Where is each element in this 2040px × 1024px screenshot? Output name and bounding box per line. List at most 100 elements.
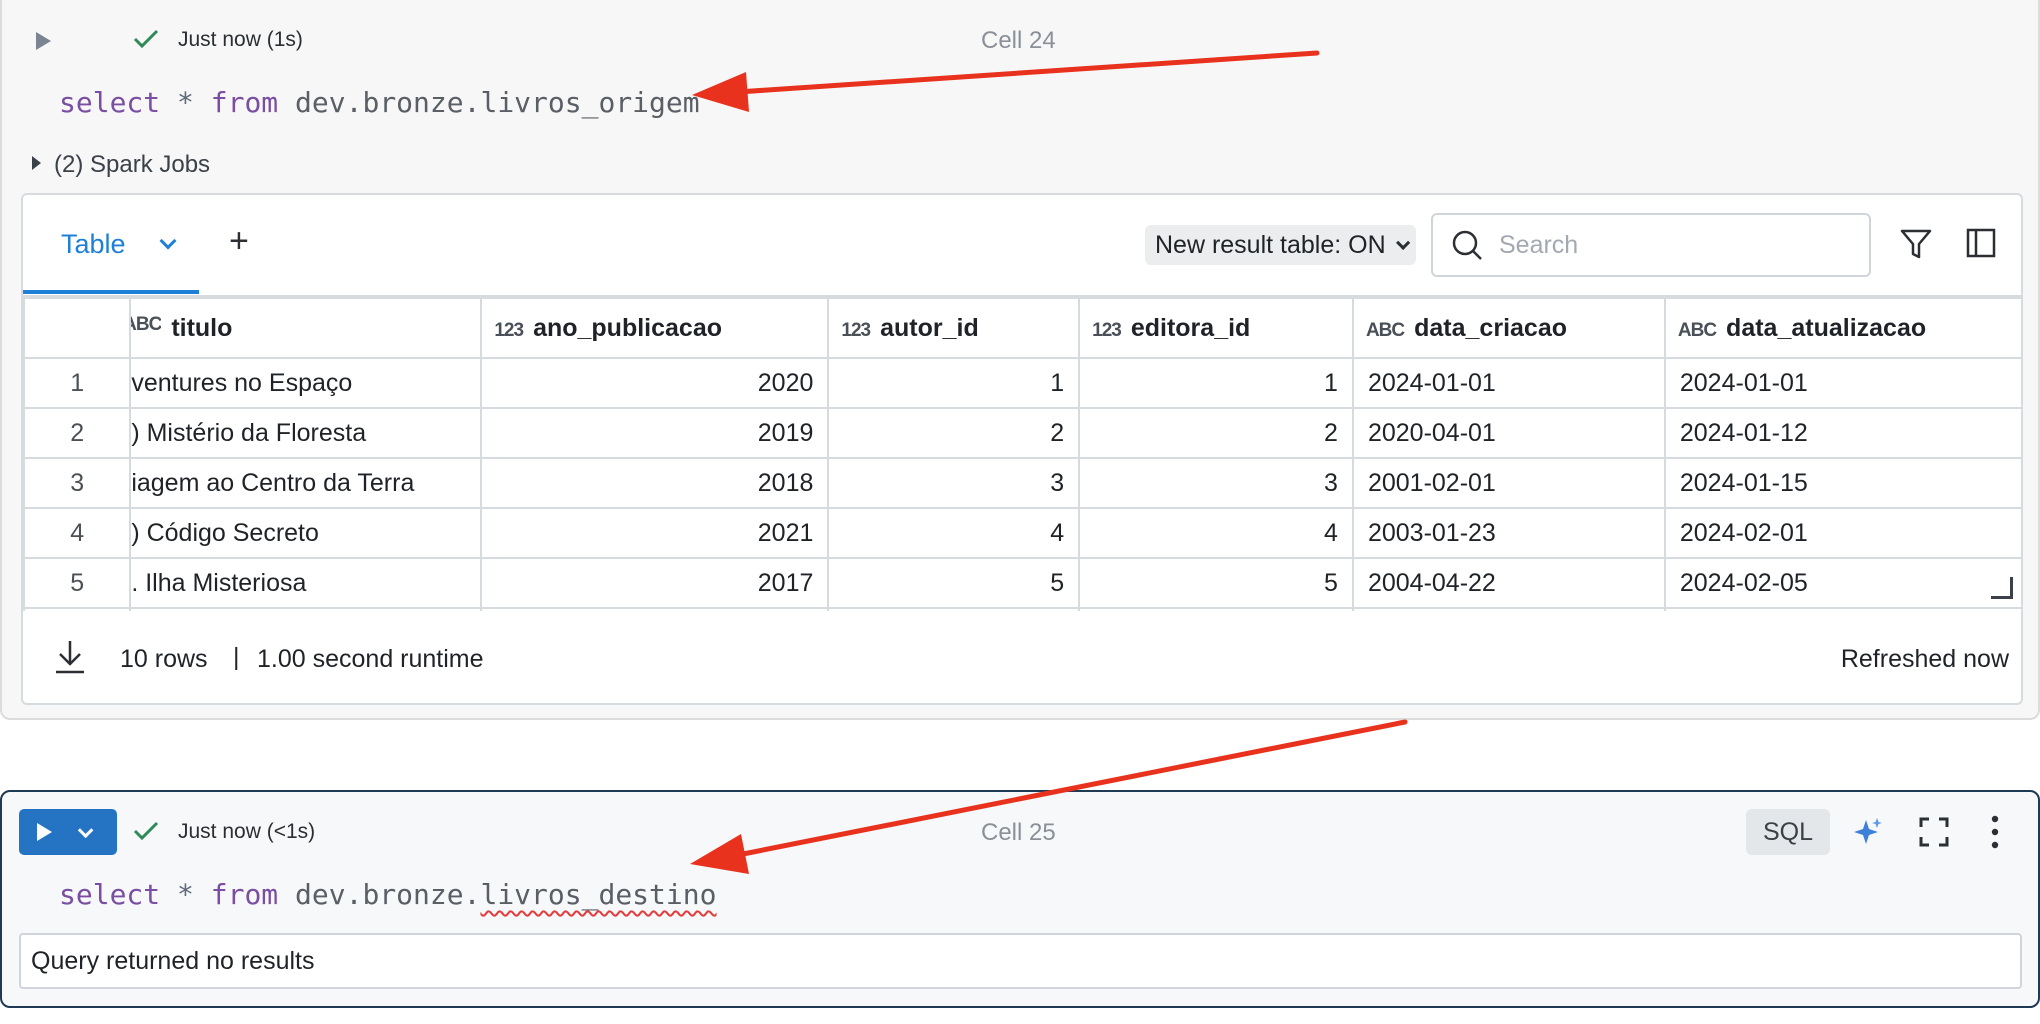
table-row[interactable] [23,607,2021,611]
play-icon [37,823,52,841]
column-header[interactable]: 123 ano_publicacao [480,297,830,359]
row-index-header [23,297,132,359]
column-header[interactable]: 123 editora_id [1078,297,1354,359]
cell-autor-id[interactable]: 1 [827,357,1081,409]
column-header[interactable]: ABC titulo [129,297,483,359]
cell-data-criacao[interactable]: 2004-04-22 [1351,557,1666,609]
cell-24: Just now (1s) Cell 24 select * from dev.… [0,0,2040,720]
column-name: autor_id [880,313,979,342]
cell-status: Just now (1s) [178,28,303,51]
code-operator: * [177,86,194,119]
filter-icon[interactable] [1899,227,1933,261]
code-editor[interactable]: select * from dev.bronze.livros_destino [59,878,716,911]
runtime-label: 1.00 second runtime [257,645,484,673]
table-row[interactable]: 4 ) Código Secreto 2021 4 4 2003-01-23 2… [23,507,2021,559]
cell-ano-publicacao[interactable]: 2018 [480,457,830,509]
check-icon [133,820,159,842]
cell-autor-id[interactable]: 5 [827,557,1081,609]
download-icon[interactable] [53,639,87,675]
code-operator: * [177,878,194,911]
active-tab-indicator [23,290,199,294]
cell-data-atualizacao[interactable]: 2024-01-01 [1663,357,2021,409]
tab-table[interactable]: Table [61,229,126,260]
cell-titulo[interactable]: ventures no Espaço [129,357,483,409]
column-name: data_criacao [1414,313,1567,342]
table-row[interactable]: 5 . Ilha Misteriosa 2017 5 5 2004-04-22 … [23,557,2021,609]
cell-autor-id[interactable]: 2 [827,407,1081,459]
cell-data-atualizacao[interactable]: 2024-01-12 [1663,407,2021,459]
run-cell-icon[interactable] [36,32,51,50]
more-options-icon[interactable] [1988,814,2002,850]
cell-editora-id[interactable]: 3 [1078,457,1354,509]
code-keyword: from [210,86,279,119]
cell-ano-publicacao[interactable]: 2021 [480,507,830,559]
language-selector[interactable]: SQL [1746,809,1830,855]
chevron-down-icon [1395,235,1410,250]
number-type-icon: 123 [494,319,524,341]
table-row[interactable]: 1 ventures no Espaço 2020 1 1 2024-01-01… [23,357,2021,409]
code-table-name: dev.bronze.livros_origem [295,86,700,119]
row-count: 10 rows [120,645,208,673]
row-index: 5 [23,557,132,609]
sidebar-toggle-icon[interactable] [1965,227,1997,259]
cell-autor-id[interactable]: 4 [827,507,1081,559]
chevron-down-icon[interactable] [77,822,94,838]
run-cell-button[interactable] [19,809,117,855]
cell-ano-publicacao[interactable]: 2017 [480,557,830,609]
expand-caret-icon[interactable] [32,156,41,170]
number-type-icon: 123 [1092,319,1122,341]
cell-data-atualizacao[interactable]: 2024-02-01 [1663,507,2021,559]
column-header[interactable]: ABC data_criacao [1351,297,1666,359]
row-index: 3 [23,457,132,509]
table-row[interactable]: 2 ) Mistério da Floresta 2019 2 2 2020-0… [23,407,2021,459]
cell-titulo[interactable]: ) Código Secreto [129,507,483,559]
cell-data-criacao[interactable]: 2020-04-01 [1351,407,1666,459]
column-name: ano_publicacao [533,313,723,342]
new-result-table-toggle[interactable]: New result table: ON [1145,225,1416,265]
chevron-down-icon[interactable] [159,232,177,250]
cell-data-atualizacao[interactable]: 2024-02-05 [1663,557,2021,609]
column-header[interactable]: ABC data_atualizacao [1663,297,2021,359]
cell-titulo[interactable]: ) Mistério da Floresta [129,407,483,459]
cell-autor-id[interactable]: 3 [827,457,1081,509]
spark-jobs-toggle[interactable]: (2) Spark Jobs [54,151,210,179]
cell-data-criacao[interactable]: 2003-01-23 [1351,507,1666,559]
add-visualization-button[interactable]: + [229,222,249,261]
cell-titulo[interactable]: iagem ao Centro da Terra [129,457,483,509]
table-row[interactable]: 3 iagem ao Centro da Terra 2018 3 3 2001… [23,457,2021,509]
results-footer: 10 rows | 1.00 second runtime Refreshed … [23,613,2021,703]
no-results-message: Query returned no results [19,933,2022,989]
code-keyword: from [210,878,279,911]
row-index: 2 [23,407,132,459]
resize-handle[interactable] [1991,577,2013,599]
column-name: editora_id [1130,313,1251,342]
new-result-table-label: New result table: ON [1155,230,1386,259]
cell-editora-id[interactable]: 4 [1078,507,1354,559]
string-type-icon: ABC [1365,319,1405,341]
cell-ano-publicacao[interactable]: 2019 [480,407,830,459]
cell-data-criacao[interactable]: 2024-01-01 [1351,357,1666,409]
cell-data-atualizacao[interactable]: 2024-01-15 [1663,457,2021,509]
code-keyword: select [59,878,161,911]
cell-editora-id[interactable]: 1 [1078,357,1354,409]
refreshed-label: Refreshed now [1840,645,2009,673]
row-index: 1 [23,357,132,409]
cell-editora-id[interactable]: 5 [1078,557,1354,609]
cell-title: Cell 25 [981,819,1056,846]
cell-titulo[interactable]: . Ilha Misteriosa [129,557,483,609]
cell-editora-id[interactable]: 2 [1078,407,1354,459]
cell-data-criacao[interactable]: 2001-02-01 [1351,457,1666,509]
assistant-sparkle-icon[interactable] [1852,816,1884,848]
cell-title: Cell 24 [981,27,1056,54]
cell-status: Just now (<1s) [178,820,316,843]
code-editor[interactable]: select * from dev.bronze.livros_origem [59,86,700,119]
code-table-name-error: livros_destino [480,878,717,911]
search-icon [1452,230,1482,260]
fullscreen-icon[interactable] [1918,816,1950,848]
cell-ano-publicacao[interactable]: 2020 [480,357,830,409]
search-input[interactable] [1499,230,1839,260]
search-box[interactable] [1431,213,1871,277]
column-header[interactable]: 123 autor_id [827,297,1081,359]
column-name: titulo [171,313,233,342]
cell-25: Just now (<1s) Cell 25 SQL select * from… [0,790,2040,1008]
